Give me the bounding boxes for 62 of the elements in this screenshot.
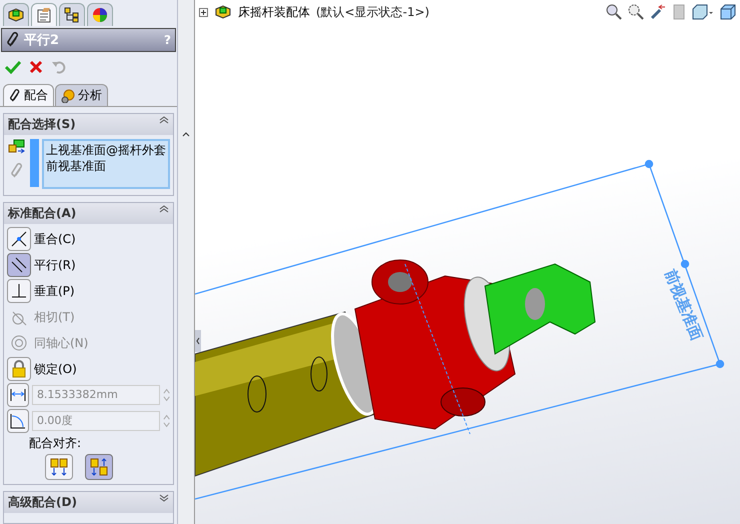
tab[interactable]: 配合 xyxy=(3,84,54,106)
dimension-icon xyxy=(8,386,27,404)
mate-type-label: 同轴心(N) xyxy=(34,334,88,352)
previous-view-icon[interactable] xyxy=(650,4,666,20)
manager-tab[interactable] xyxy=(59,3,85,26)
expand-icon[interactable] xyxy=(199,8,208,16)
perpendicular-icon xyxy=(10,282,28,300)
assembly-icon xyxy=(214,4,232,20)
selection-item[interactable]: 前视基准面 xyxy=(46,158,166,174)
selection-marker xyxy=(30,139,39,187)
paperclip-icon xyxy=(8,163,25,179)
panel-collapse-handle[interactable] xyxy=(195,330,201,352)
mate-type-button[interactable] xyxy=(7,227,31,251)
concentric-icon xyxy=(10,334,28,352)
mate-type-label: 垂直(P) xyxy=(34,282,75,300)
plane-label: 前视基准面 xyxy=(661,266,706,344)
mate-type-label: 重合(C) xyxy=(34,230,76,248)
alignment-button[interactable] xyxy=(45,454,73,480)
property-title: 平行2 xyxy=(24,32,60,49)
coincident-icon xyxy=(10,230,28,248)
group-header[interactable]: 高级配合(D) xyxy=(4,492,173,513)
manager-tab[interactable] xyxy=(31,3,57,26)
collapse-icon[interactable] xyxy=(159,205,169,213)
alignment-icon xyxy=(49,457,69,477)
tab[interactable]: 分析 xyxy=(55,84,108,106)
expand-icon[interactable] xyxy=(159,494,169,502)
angle-icon xyxy=(8,412,27,430)
selection-item[interactable]: 上视基准面@摇杆外套 xyxy=(46,142,166,158)
cube-icon xyxy=(7,7,25,23)
mate-type-button[interactable] xyxy=(7,279,31,303)
alignment-button[interactable] xyxy=(85,454,113,480)
zoom-fit-icon[interactable] xyxy=(606,4,622,20)
paperclip-icon xyxy=(9,88,21,102)
alignment-icon xyxy=(89,457,109,477)
tree-root-label[interactable]: 床摇杆装配体 xyxy=(238,4,310,20)
checkmark-icon[interactable] xyxy=(5,60,21,74)
distance-button[interactable] xyxy=(7,383,29,407)
paperclip-icon xyxy=(6,32,20,48)
parallel-icon xyxy=(10,256,28,274)
color-ball-icon xyxy=(92,7,108,23)
tree-icon xyxy=(64,7,80,23)
manager-tab[interactable] xyxy=(87,3,113,26)
group-header[interactable]: 配合选择(S) xyxy=(4,114,173,135)
lock-icon xyxy=(10,360,28,378)
alignment-label: 配合对齐: xyxy=(28,435,82,452)
group-header[interactable]: 标准配合(A) xyxy=(4,203,173,224)
manager-tab[interactable] xyxy=(3,3,29,26)
close-icon[interactable] xyxy=(29,60,43,74)
selection-list[interactable]: 上视基准面@摇杆外套 前视基准面 xyxy=(42,139,170,189)
zoom-area-icon[interactable] xyxy=(628,4,644,20)
mate-type-label: 相切(T) xyxy=(34,308,75,326)
mate-type-label: 平行(R) xyxy=(34,256,76,274)
mate-type-button[interactable] xyxy=(7,253,31,277)
configuration-label: (默认<显示状态-1>) xyxy=(316,4,430,20)
display-style-icon[interactable] xyxy=(720,4,736,20)
mate-type-label: 锁定(O) xyxy=(34,360,77,378)
property-sheet-icon xyxy=(36,7,52,23)
view-orientation-icon[interactable] xyxy=(692,4,714,20)
gear-icon xyxy=(61,88,75,102)
collapse-icon[interactable] xyxy=(159,116,169,124)
scroll-up-icon[interactable] xyxy=(182,132,190,137)
angle-button[interactable] xyxy=(7,409,29,433)
